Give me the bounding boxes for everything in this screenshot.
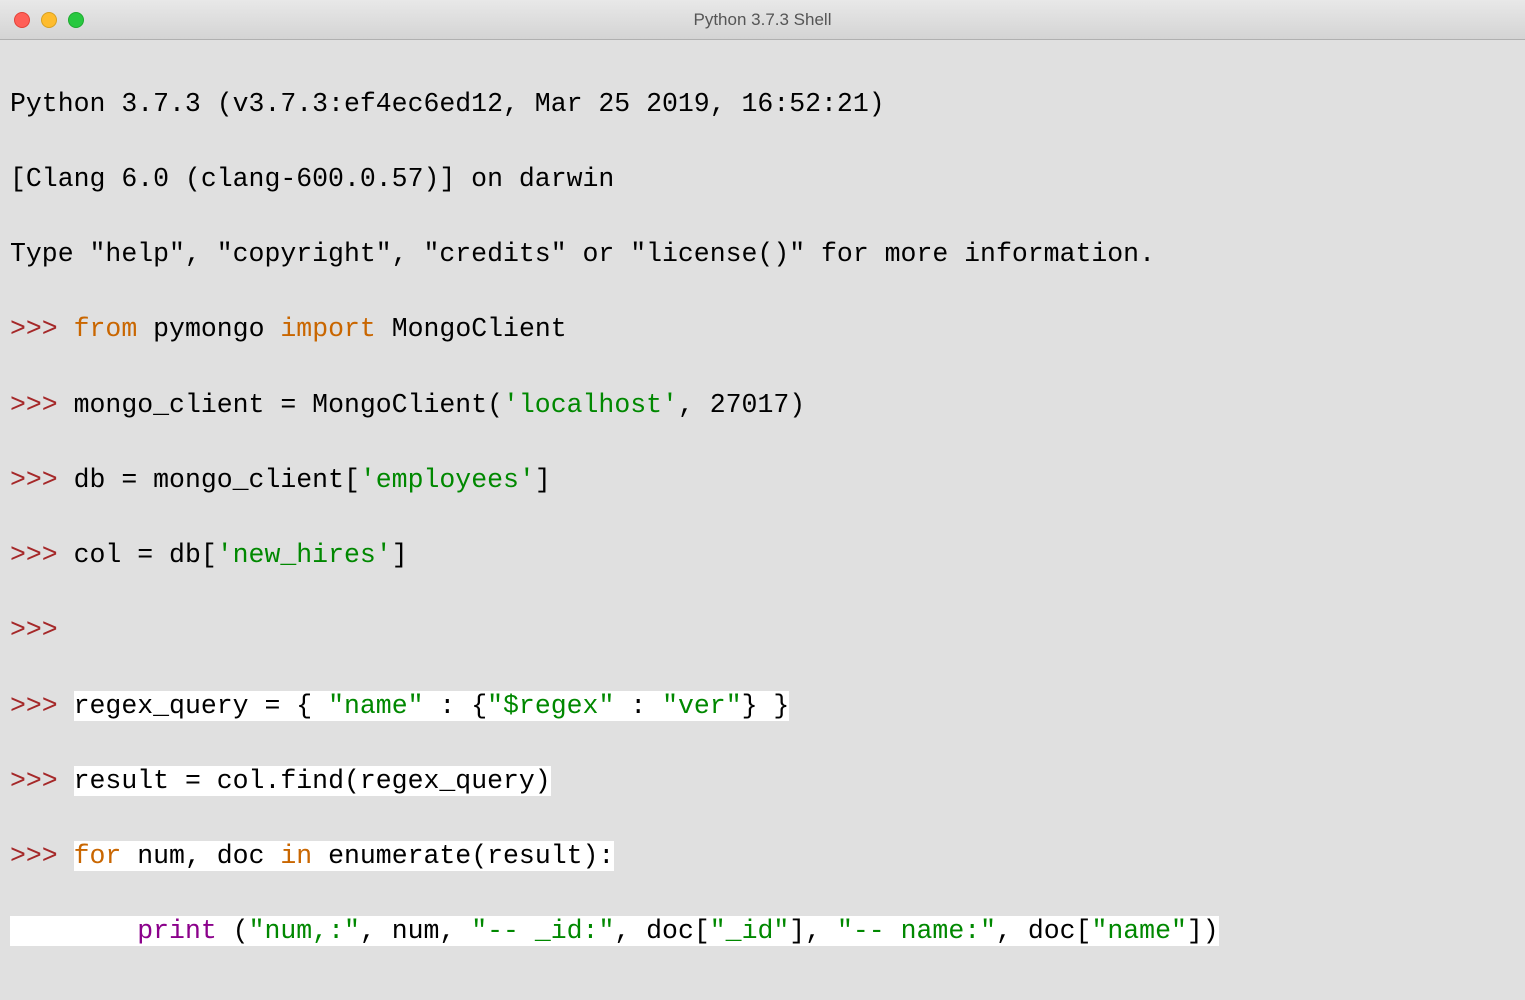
prompt: >>> xyxy=(10,766,58,796)
prompt: >>> xyxy=(10,615,58,645)
prompt: >>> xyxy=(10,540,58,570)
keyword-from: from xyxy=(74,314,138,344)
code-line-client: >>> mongo_client = MongoClient('localhos… xyxy=(10,387,1515,425)
close-icon[interactable] xyxy=(14,12,30,28)
code-line-print: print ("num,:", num, "-- _id:", doc["_id… xyxy=(10,913,1515,951)
shell-content[interactable]: Python 3.7.3 (v3.7.3:ef4ec6ed12, Mar 25 … xyxy=(0,40,1525,1000)
zoom-icon[interactable] xyxy=(68,12,84,28)
prompt: >>> xyxy=(10,691,58,721)
titlebar: Python 3.7.3 Shell xyxy=(0,0,1525,40)
code-line-result: >>> result = col.find(regex_query) xyxy=(10,763,1515,801)
code-line-import: >>> from pymongo import MongoClient xyxy=(10,311,1515,349)
builtin-print: print xyxy=(137,916,217,946)
prompt: >>> xyxy=(10,314,58,344)
minimize-icon[interactable] xyxy=(41,12,57,28)
keyword-in: in xyxy=(280,841,312,871)
traffic-lights xyxy=(14,12,84,28)
prompt: >>> xyxy=(10,841,58,871)
code-line-for: >>> for num, doc in enumerate(result): xyxy=(10,838,1515,876)
keyword-import: import xyxy=(280,314,375,344)
banner-line-3: Type "help", "copyright", "credits" or "… xyxy=(10,236,1515,274)
code-line-empty-1: >>> xyxy=(10,612,1515,650)
python-idle-window: Python 3.7.3 Shell Python 3.7.3 (v3.7.3:… xyxy=(0,0,1525,1000)
prompt: >>> xyxy=(10,390,58,420)
banner-line-2: [Clang 6.0 (clang-600.0.57)] on darwin xyxy=(10,161,1515,199)
code-line-regex: >>> regex_query = { "name" : {"$regex" :… xyxy=(10,688,1515,726)
keyword-for: for xyxy=(74,841,122,871)
banner-line-1: Python 3.7.3 (v3.7.3:ef4ec6ed12, Mar 25 … xyxy=(10,86,1515,124)
code-line-col: >>> col = db['new_hires'] xyxy=(10,537,1515,575)
code-line-db: >>> db = mongo_client['employees'] xyxy=(10,462,1515,500)
prompt: >>> xyxy=(10,465,58,495)
window-title: Python 3.7.3 Shell xyxy=(0,10,1525,30)
